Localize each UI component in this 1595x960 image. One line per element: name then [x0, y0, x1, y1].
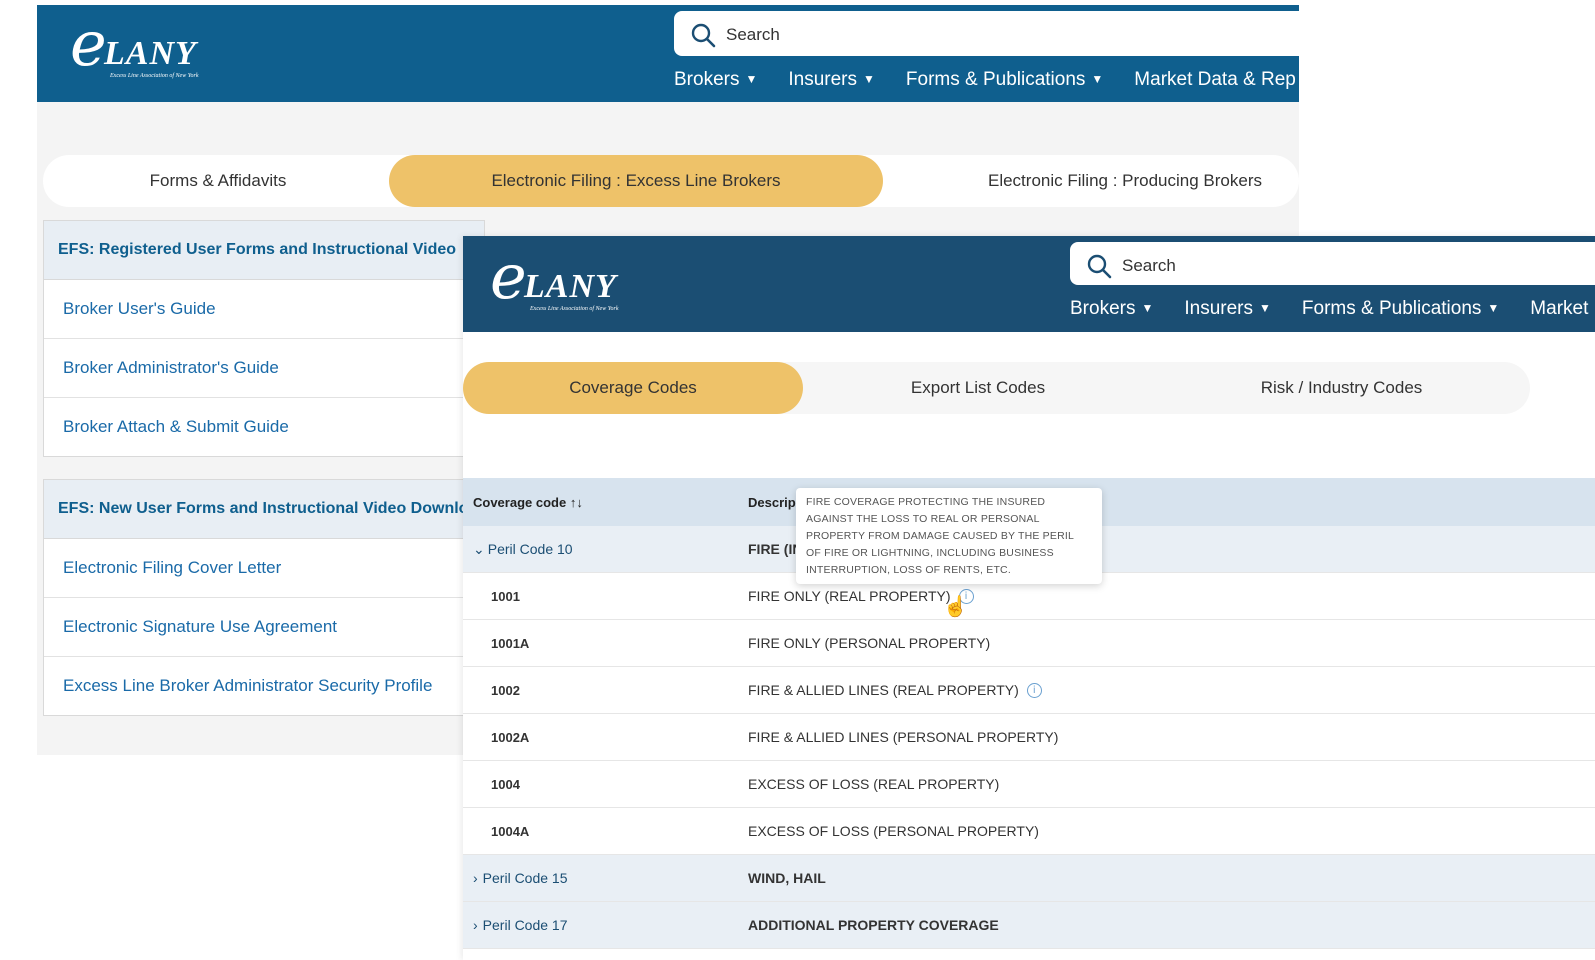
nav-label: Brokers — [1070, 298, 1136, 319]
nav-market-data[interactable]: Market — [1530, 298, 1588, 320]
group-description: ADDITIONAL PROPERTY COVERAGE — [748, 917, 999, 933]
tooltip-line: PROPERTY FROM DAMAGE CAUSED BY THE PERIL — [806, 530, 1075, 542]
link-security-profile[interactable]: Excess Line Broker Administrator Securit… — [44, 657, 484, 715]
tooltip-line: INTERRUPTION, LOSS OF RENTS, ETC. — [806, 564, 1011, 576]
nav-label: Market Data & Rep — [1134, 69, 1296, 90]
description-tooltip: FIRE COVERAGE PROTECTING THE INSURED AGA… — [796, 488, 1102, 584]
nav-insurers[interactable]: Insurers ▼ — [1184, 298, 1271, 320]
search-icon — [1087, 254, 1112, 279]
caret-down-icon: ▼ — [1141, 301, 1154, 315]
nav-label: Market — [1530, 298, 1589, 319]
logo-tagline: Excess Line Association of New York — [530, 306, 619, 312]
tooltip-line: OF FIRE OR LIGHTNING, INCLUDING BUSINESS — [806, 547, 1054, 559]
registered-user-forms-box: EFS: Registered User Forms and Instructi… — [43, 220, 485, 457]
group-row-peril-15[interactable]: › Peril Code 15 WIND, HAIL — [463, 855, 1595, 902]
link-broker-users-guide[interactable]: Broker User's Guide — [44, 280, 484, 339]
tab-coverage-codes[interactable]: Coverage Codes — [463, 362, 803, 414]
chevron-down-icon: ⌄ — [473, 540, 485, 557]
nav-label: Insurers — [1184, 298, 1253, 319]
new-user-forms-box: EFS: New User Forms and Instructional Vi… — [43, 479, 485, 716]
sort-icon: ↑↓ — [569, 494, 583, 510]
link-cover-letter[interactable]: Electronic Filing Cover Letter — [44, 539, 484, 598]
nav-forms-publications[interactable]: Forms & Publications ▼ — [1302, 298, 1499, 320]
table-row[interactable]: 1004 EXCESS OF LOSS (REAL PROPERTY) — [463, 761, 1595, 808]
nav-label: Forms & Publications — [1301, 298, 1482, 319]
nav-label: Brokers — [674, 69, 740, 90]
logo-word: LANY — [104, 35, 197, 72]
coverage-description: FIRE & ALLIED LINES (REAL PROPERTY) — [748, 682, 1019, 698]
search-placeholder: Search — [726, 25, 780, 44]
col-coverage-code[interactable]: Coverage code ↑↓ — [473, 478, 583, 526]
search-input[interactable]: Search — [674, 11, 1299, 56]
group-row-peril-17[interactable]: › Peril Code 17 ADDITIONAL PROPERTY COVER… — [463, 902, 1595, 949]
search-icon — [691, 23, 716, 48]
nav-label: Insurers — [788, 69, 857, 90]
table-row[interactable]: 1002A FIRE & ALLIED LINES (PERSONAL PROP… — [463, 714, 1595, 761]
coverage-code: 1002A — [491, 729, 530, 745]
caret-down-icon: ▼ — [745, 72, 758, 86]
nav-brokers[interactable]: Brokers ▼ — [674, 69, 757, 91]
table-row[interactable]: 1001A FIRE ONLY (PERSONAL PROPERTY) — [463, 620, 1595, 667]
coverage-description: EXCESS OF LOSS (PERSONAL PROPERTY) — [748, 823, 1039, 839]
search-input[interactable]: Search — [1070, 242, 1595, 285]
logo-tagline: Excess Line Association of New York — [110, 73, 199, 79]
coverage-code: 1002 — [491, 682, 520, 698]
filing-tabs: Forms & Affidavits Electronic Filing : E… — [43, 155, 1299, 207]
search-placeholder: Search — [1122, 256, 1176, 275]
link-attach-submit-guide[interactable]: Broker Attach & Submit Guide — [44, 398, 484, 456]
chevron-right-icon: › — [473, 917, 478, 933]
nav-insurers[interactable]: Insurers ▼ — [788, 69, 875, 91]
hand-pointer-icon: ☝ — [943, 596, 968, 618]
tooltip-line: AGAINST THE LOSS TO REAL OR PERSONAL — [806, 513, 1040, 525]
caret-down-icon: ▼ — [863, 72, 875, 86]
caret-down-icon: ▼ — [1259, 301, 1271, 315]
group-description: FIRE (IN — [748, 541, 803, 557]
nav-forms-publications[interactable]: Forms & Publications ▼ — [906, 69, 1103, 91]
coverage-description: FIRE & ALLIED LINES (PERSONAL PROPERTY) — [748, 729, 1059, 745]
tab-risk-industry-codes[interactable]: Risk / Industry Codes — [1153, 362, 1530, 414]
nav-market-data[interactable]: Market Data & Rep — [1134, 69, 1296, 91]
front-window: e LANY Excess Line Association of New Yo… — [463, 236, 1595, 960]
group-code: Peril Code 17 — [482, 917, 568, 933]
code-tabs: Coverage Codes Export List Codes Risk / … — [463, 362, 1530, 414]
tab-export-list-codes[interactable]: Export List Codes — [803, 362, 1153, 414]
table-row[interactable]: 1002 FIRE & ALLIED LINES (REAL PROPERTY)… — [463, 667, 1595, 714]
nav-label: Forms & Publications — [905, 69, 1086, 90]
tab-producing-brokers[interactable]: Electronic Filing : Producing Brokers — [883, 155, 1299, 207]
main-nav: Brokers ▼ Insurers ▼ Forms & Publications ▼… — [1070, 298, 1588, 320]
caret-down-icon: ▼ — [1091, 72, 1104, 86]
coverage-description: FIRE ONLY (REAL PROPERTY) — [748, 588, 951, 604]
tab-forms-affidavits[interactable]: Forms & Affidavits — [43, 155, 393, 207]
col-description: Descrip — [748, 494, 796, 510]
info-icon[interactable]: i — [1026, 682, 1042, 698]
site-header: e LANY Excess Line Association of New Yo… — [37, 5, 1299, 102]
link-broker-admin-guide[interactable]: Broker Administrator's Guide — [44, 339, 484, 398]
group-code: Peril Code 10 — [487, 541, 573, 557]
coverage-code: 1001 — [491, 588, 520, 604]
table-row[interactable]: 1004A EXCESS OF LOSS (PERSONAL PROPERTY) — [463, 808, 1595, 855]
logo-letter: e — [70, 7, 107, 80]
logo-letter: e — [490, 240, 527, 313]
chevron-right-icon: › — [473, 870, 478, 886]
box-title: EFS: New User Forms and Instructional Vi… — [44, 480, 484, 539]
elany-logo[interactable]: e LANY Excess Line Association of New Yo… — [490, 246, 690, 328]
main-nav: Brokers ▼ Insurers ▼ Forms & Publications ▼… — [674, 69, 1296, 91]
group-code: Peril Code 15 — [482, 870, 568, 886]
column-label: Coverage code — [473, 494, 567, 510]
coverage-code: 1004A — [491, 823, 530, 839]
site-header: e LANY Excess Line Association of New Yo… — [463, 236, 1595, 332]
caret-down-icon: ▼ — [1487, 301, 1500, 315]
tooltip-line: FIRE COVERAGE PROTECTING THE INSURED — [806, 496, 1046, 508]
coverage-code: 1004 — [491, 776, 520, 792]
elany-logo[interactable]: e LANY Excess Line Association of New Yo… — [70, 13, 270, 95]
nav-brokers[interactable]: Brokers ▼ — [1070, 298, 1153, 320]
coverage-code: 1001A — [491, 635, 530, 651]
coverage-description: EXCESS OF LOSS (REAL PROPERTY) — [748, 776, 1000, 792]
coverage-description: FIRE ONLY (PERSONAL PROPERTY) — [748, 635, 991, 651]
box-title: EFS: Registered User Forms and Instructi… — [44, 221, 484, 280]
link-signature-agreement[interactable]: Electronic Signature Use Agreement — [44, 598, 484, 657]
group-description: WIND, HAIL — [748, 870, 826, 886]
logo-word: LANY — [524, 268, 617, 305]
tab-excess-line-brokers[interactable]: Electronic Filing : Excess Line Brokers — [389, 155, 883, 207]
